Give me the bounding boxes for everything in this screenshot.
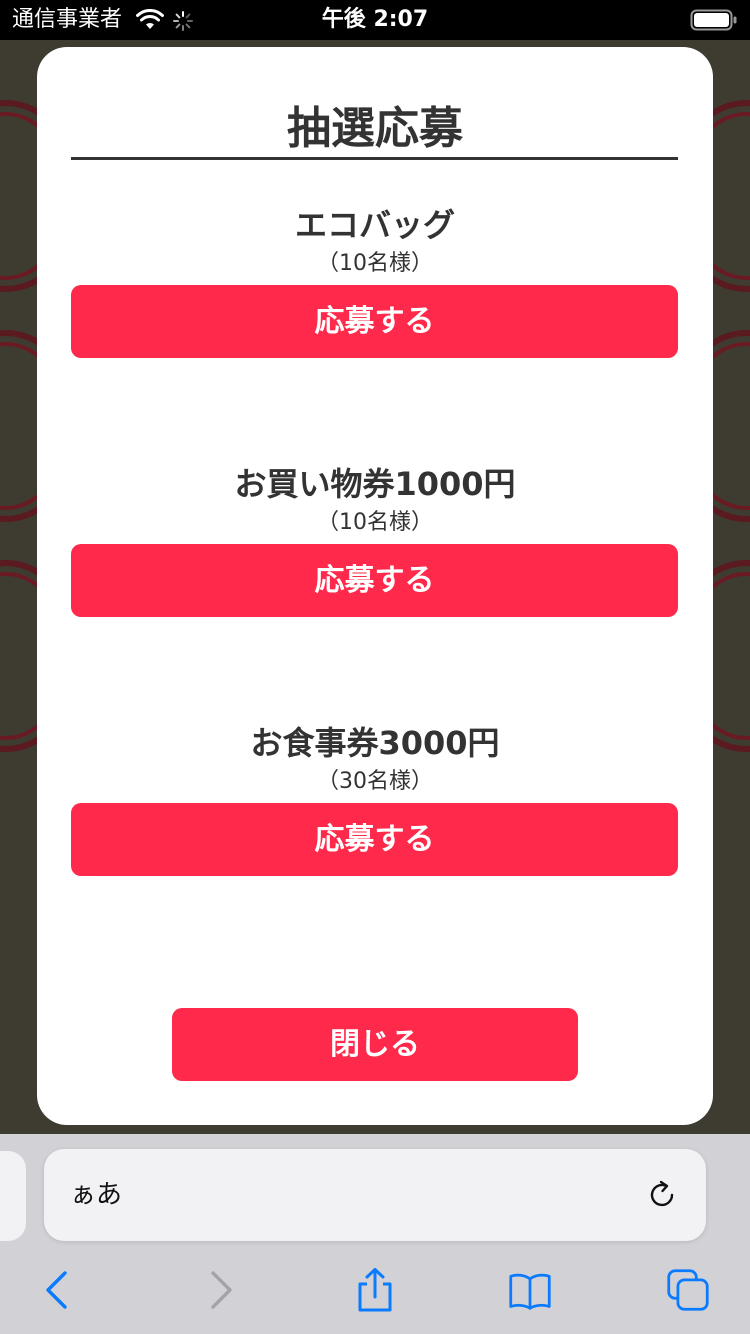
bookmarks-icon[interactable] — [508, 1268, 552, 1312]
apply-button[interactable]: 応募する — [71, 544, 678, 617]
prize-winner-count: （10名様） — [317, 510, 433, 535]
prize-winner-count: （10名様） — [317, 251, 433, 276]
status-bar: 通信事業者 午後 2:07 — [0, 0, 750, 40]
forward-icon[interactable] — [198, 1268, 242, 1312]
page-settings-button[interactable]: ぁあ — [70, 1177, 122, 1213]
address-bar[interactable]: ぁあ — [44, 1149, 706, 1241]
share-icon[interactable] — [353, 1268, 397, 1312]
status-time: 午後 2:07 — [321, 7, 429, 32]
back-icon[interactable] — [36, 1268, 80, 1312]
apply-button[interactable]: 応募する — [71, 285, 678, 358]
tabs-icon[interactable] — [666, 1268, 710, 1312]
reload-icon[interactable] — [644, 1177, 680, 1213]
prize-winner-count: （30名様） — [317, 769, 433, 794]
lottery-modal: 抽選応募 エコバッグ （10名様） 応募する お買い物券1000円 （10名様）… — [37, 47, 713, 1125]
modal-title: 抽選応募 — [287, 103, 463, 154]
previous-tab-preview[interactable] — [0, 1151, 26, 1241]
prize-name: お買い物券1000円 — [234, 465, 516, 503]
battery-icon — [690, 9, 737, 31]
close-button[interactable]: 閉じる — [172, 1008, 578, 1081]
browser-toolbar: ぁあ — [0, 1134, 750, 1334]
apply-button[interactable]: 応募する — [71, 803, 678, 876]
prize-name: お食事券3000円 — [250, 724, 500, 762]
title-divider — [71, 157, 678, 160]
prize-name: エコバッグ — [294, 206, 455, 244]
